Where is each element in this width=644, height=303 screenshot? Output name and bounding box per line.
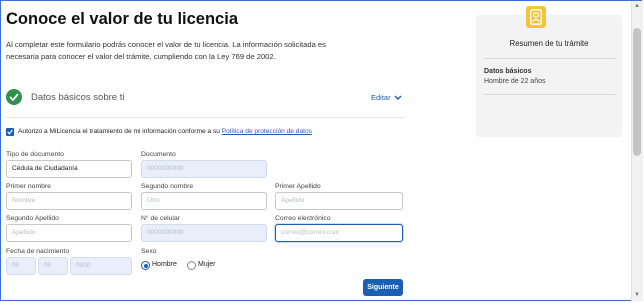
phone-label: N° de celular	[141, 215, 180, 222]
sex-label: Sexo	[141, 248, 157, 255]
second-name-input[interactable]: Otro	[141, 192, 267, 210]
section-header-basic-data[interactable]: Datos básicos sobre ti Editar	[6, 87, 406, 111]
scroll-up-icon[interactable]: ▲	[634, 3, 640, 9]
intro-text: Al completar este formulario podrás cono…	[6, 39, 376, 63]
second-surname-label: Segundo Apellido	[6, 215, 59, 222]
sex-radio-male[interactable]	[141, 261, 150, 270]
consent-checkbox[interactable]	[6, 128, 14, 136]
section-title: Datos básicos sobre ti	[31, 92, 125, 103]
second-surname-input[interactable]: Apellido	[6, 224, 132, 242]
consent-text: Autorizo a MiLicencia el tratamiento de …	[18, 128, 312, 135]
document-label: Documento	[141, 151, 176, 158]
first-name-label: Primer nombre	[6, 183, 51, 190]
scroll-down-icon[interactable]: ▼	[634, 292, 640, 298]
document-input[interactable]: 0000000000	[141, 160, 267, 178]
sex-option-male[interactable]: Hombre	[152, 261, 177, 268]
summary-card	[476, 15, 622, 137]
section-divider	[6, 117, 404, 118]
edit-button[interactable]: Editar	[371, 93, 402, 102]
check-circle-icon	[6, 89, 22, 105]
birth-month-input[interactable]: 00	[38, 257, 68, 275]
phone-input[interactable]: 3000000000	[141, 224, 267, 242]
scrollbar-thumb[interactable]	[633, 28, 641, 156]
sex-option-female[interactable]: Mujer	[198, 261, 216, 268]
summary-item-label: Datos básicos	[484, 68, 532, 75]
sex-radio-female[interactable]	[187, 261, 196, 270]
intro-line-2: necesaria para conocer el valor del trám…	[6, 52, 276, 61]
birth-date-label: Fecha de nacimiento	[6, 248, 70, 255]
next-button[interactable]: Siguiente	[363, 279, 403, 296]
summary-title: Resumen de tu trámite	[509, 39, 589, 48]
email-label: Correo electrónico	[275, 215, 331, 222]
edit-label: Editar	[371, 93, 391, 102]
summary-divider-top	[483, 58, 615, 59]
first-name-input[interactable]: Nombre	[6, 192, 132, 210]
first-surname-label: Primer Apellido	[275, 183, 321, 190]
birth-day-input[interactable]: 00	[6, 257, 36, 275]
id-badge-icon	[526, 6, 546, 28]
birth-year-input[interactable]: 0000	[70, 257, 132, 275]
email-input[interactable]: correo@correo.com	[275, 224, 403, 242]
page-title: Conoce el valor de tu licencia	[6, 10, 238, 28]
second-name-label: Segundo nombre	[141, 183, 194, 190]
chevron-down-icon	[394, 95, 402, 102]
summary-item-value: Hombre de 22 años	[484, 78, 546, 85]
intro-line-1: Al completar este formulario podrás cono…	[6, 40, 326, 49]
privacy-policy-link[interactable]: Política de protección de datos	[222, 128, 312, 135]
first-surname-input[interactable]: Apellido	[275, 192, 403, 210]
consent-label: Autorizo a MiLicencia el tratamiento de …	[18, 128, 222, 135]
doc-type-select[interactable]: Cédula de Ciudadanía	[6, 160, 132, 178]
doc-type-label: Tipo de documento	[6, 151, 64, 158]
summary-divider-bottom	[483, 94, 615, 95]
